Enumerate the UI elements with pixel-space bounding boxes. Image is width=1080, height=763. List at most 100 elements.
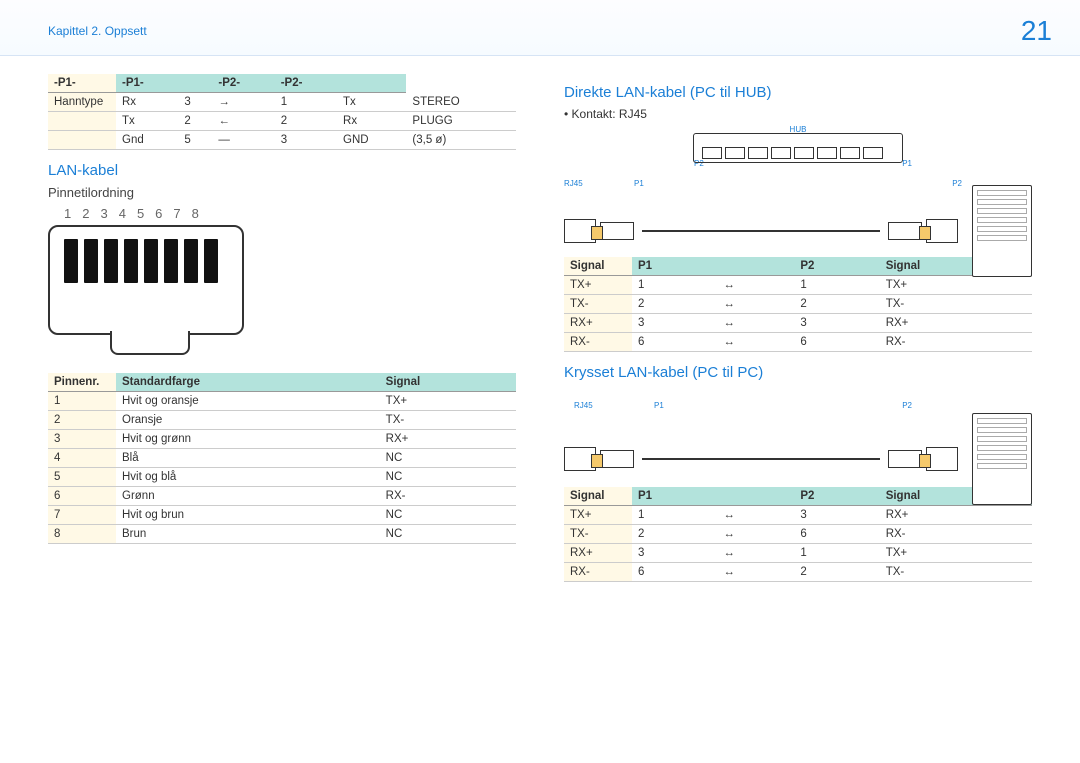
table-cell: Tx (337, 93, 406, 112)
table-cell: Rx (337, 112, 406, 131)
table-cell: RX- (380, 487, 516, 506)
table-cell: ↔ (717, 314, 794, 333)
rj45-label: RJ45 (574, 401, 593, 410)
table-cell: 3 (632, 314, 717, 333)
page-header: Kapittel 2. Oppsett 21 (0, 0, 1080, 56)
table-cell: NC (380, 468, 516, 487)
t1-h3: -P2- (212, 74, 274, 93)
table-cell: TX- (564, 295, 632, 314)
table-cell: ↔ (717, 506, 794, 525)
table-cell: Gnd (116, 131, 178, 150)
direct-lan-heading: Direkte LAN-kabel (PC til HUB) (564, 84, 1032, 101)
table-cell: 6 (794, 333, 879, 352)
table-cell: 1 (794, 276, 879, 295)
pc-tower-icon (972, 185, 1032, 277)
pin-numbers: 12345678 (48, 206, 258, 221)
table-cell: RX+ (880, 506, 1032, 525)
table-cell: Oransje (116, 411, 380, 430)
t2-h1: Standardfarge (116, 373, 380, 392)
table-cell (48, 112, 116, 131)
table-cell: 2 (794, 295, 879, 314)
table-cell: 1 (632, 276, 717, 295)
table-cell: ↔ (717, 295, 794, 314)
table-cell: TX- (880, 563, 1032, 582)
pin-number: 4 (119, 206, 127, 221)
table-cell: TX+ (880, 544, 1032, 563)
hub-icon (693, 133, 903, 163)
table-cell: 3 (794, 506, 879, 525)
table-cell: TX- (380, 411, 516, 430)
table-cell: 2 (275, 112, 337, 131)
table-cell: TX+ (880, 276, 1032, 295)
table-cell: 7 (48, 506, 116, 525)
t2-h0: Pinnenr. (48, 373, 116, 392)
table-cell: 6 (48, 487, 116, 506)
pc-tower-icon (972, 413, 1032, 505)
table-cell: PLUGG (406, 112, 516, 131)
p2-label: P2 (902, 401, 912, 410)
cross-lan-diagram: RJ45 P1 P2 (564, 387, 1032, 477)
content: -P1- -P1- -P2- -P2- HanntypeRx3→1TxSTERE… (0, 56, 1080, 594)
table-cell: 5 (178, 131, 212, 150)
table-cell: 2 (632, 295, 717, 314)
t1-h4: -P2- (275, 74, 337, 93)
table-cell: (3,5 ø) (406, 131, 516, 150)
table-cell: Blå (116, 449, 380, 468)
table-cell: RX+ (564, 314, 632, 333)
table-cell: RX+ (564, 544, 632, 563)
table-cell: ↔ (717, 544, 794, 563)
direct-lan-diagram: HUB RJ45 P1 P2 P1 P2 (564, 127, 1032, 247)
left-column: -P1- -P1- -P2- -P2- HanntypeRx3→1TxSTERE… (48, 74, 516, 594)
pin-number: 6 (155, 206, 163, 221)
t1-h2 (178, 74, 212, 93)
table-cell: 4 (48, 449, 116, 468)
pinnetilordning-label: Pinnetilordning (48, 185, 516, 200)
cable-plug-icon (888, 222, 922, 240)
table-cell: 3 (48, 430, 116, 449)
t2-h2: Signal (380, 373, 516, 392)
table-cell: RX+ (880, 314, 1032, 333)
table-cell: TX+ (380, 392, 516, 411)
table-cell: Rx (116, 93, 178, 112)
pin-number: 5 (137, 206, 145, 221)
table-cell: 6 (794, 525, 879, 544)
table-cell: 1 (632, 506, 717, 525)
table-cell: TX- (564, 525, 632, 544)
table-cell: 2 (178, 112, 212, 131)
table-cell: ↔ (717, 333, 794, 352)
table-cell: 2 (48, 411, 116, 430)
table-cell: GND (337, 131, 406, 150)
table-cell: 6 (632, 563, 717, 582)
t1-h1: -P1- (116, 74, 178, 93)
table-cell: Hvit og oransje (116, 392, 380, 411)
table-cell: Brun (116, 525, 380, 544)
table-cell: STEREO (406, 93, 516, 112)
cross-lan-heading: Krysset LAN-kabel (PC til PC) (564, 364, 1032, 381)
cable-plug-icon (600, 222, 634, 240)
table-cell: 3 (794, 314, 879, 333)
stereo-pin-table: -P1- -P1- -P2- -P2- HanntypeRx3→1TxSTERE… (48, 74, 516, 150)
table-cell: NC (380, 506, 516, 525)
table-cell: TX+ (564, 506, 632, 525)
pin-number: 8 (192, 206, 200, 221)
lan-kabel-heading: LAN-kabel (48, 162, 516, 179)
table-cell: NC (380, 525, 516, 544)
pin-color-table: Pinnenr. Standardfarge Signal 1Hvit og o… (48, 373, 516, 544)
rj45-pin-diagram: 12345678 (48, 206, 258, 335)
table-cell: ↔ (717, 525, 794, 544)
table-cell: RX- (880, 333, 1032, 352)
cable-plug-icon (888, 450, 922, 468)
table-cell: NC (380, 449, 516, 468)
table-cell: Hanntype (48, 93, 116, 112)
table-cell (48, 131, 116, 150)
rj45-connector-icon (48, 225, 244, 335)
table-cell: 3 (178, 93, 212, 112)
table-cell: 3 (632, 544, 717, 563)
table-cell: Hvit og grønn (116, 430, 380, 449)
table-cell: RX+ (380, 430, 516, 449)
table-cell: 5 (48, 468, 116, 487)
pin-number: 1 (64, 206, 72, 221)
table-cell: 1 (48, 392, 116, 411)
right-column: Direkte LAN-kabel (PC til HUB) Kontakt: … (564, 74, 1032, 594)
table-cell: — (212, 131, 274, 150)
